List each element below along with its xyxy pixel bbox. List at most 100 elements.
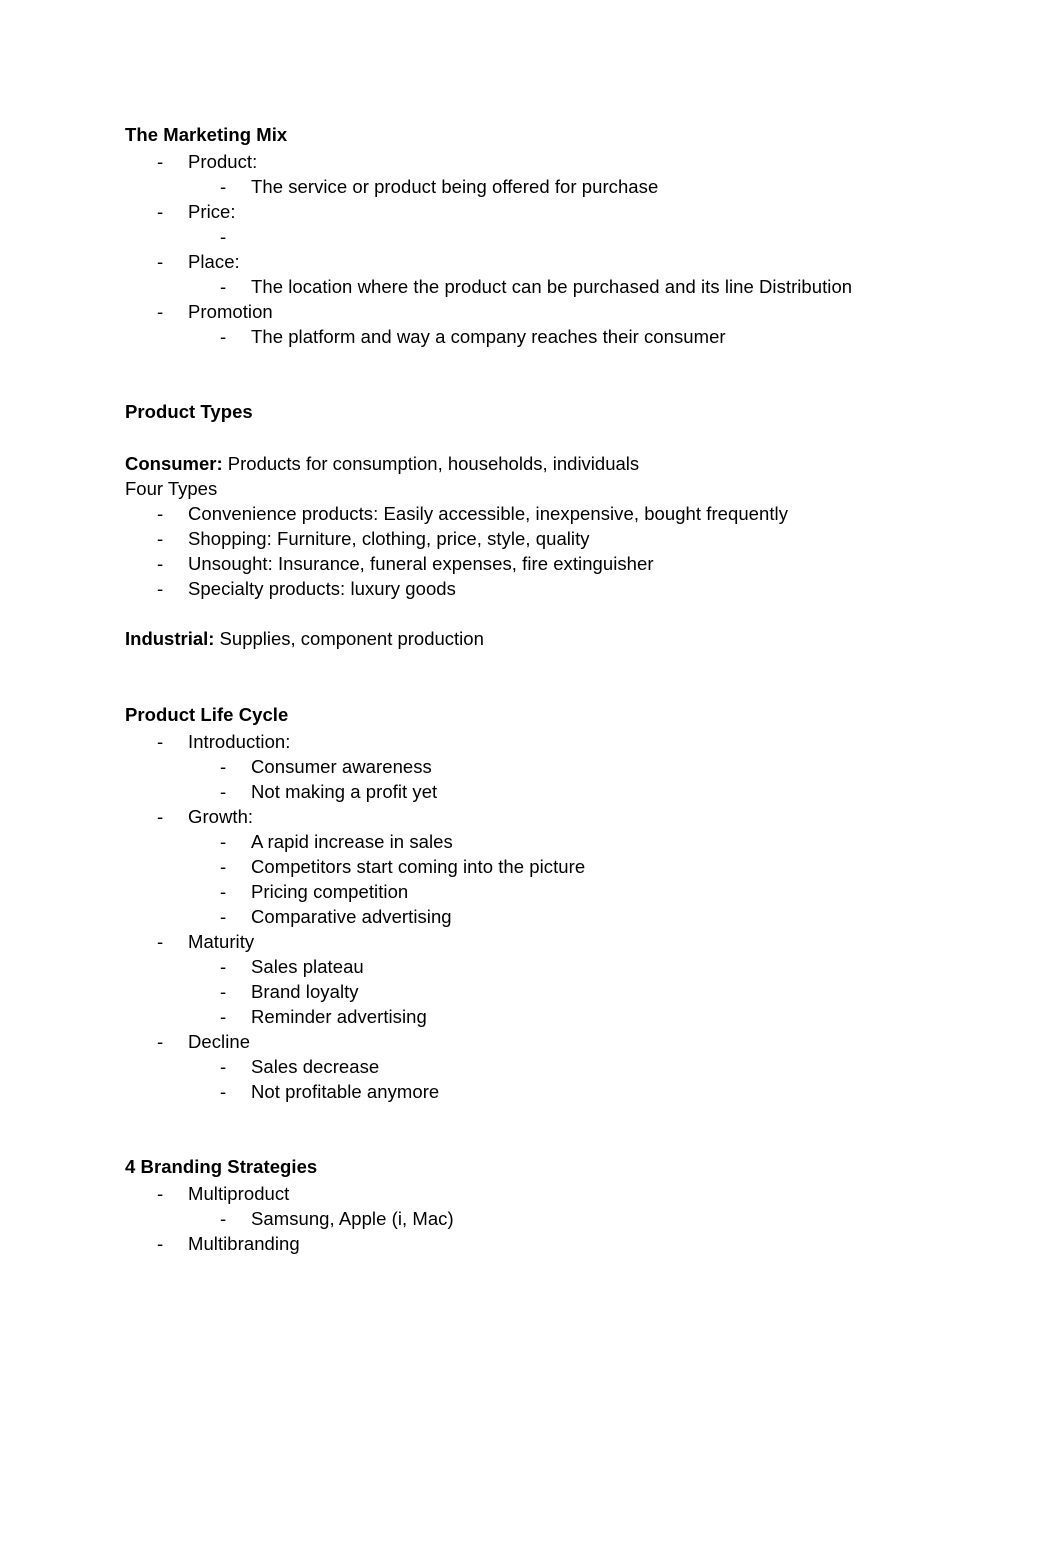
list-item: - Consumer awareness [125,754,955,779]
section-heading-row: Product Types [121,399,955,426]
paragraph-text: Supplies, component production [214,628,484,649]
list-item-text: Introduction: [188,731,291,752]
bullet-dash-icon: - [220,1056,227,1077]
list-item-text: Multiproduct [188,1183,290,1204]
bullet-dash-icon: - [220,1006,227,1027]
bullet-dash-icon: - [220,781,227,802]
list-item-text: Growth: [188,806,254,827]
list-item: - Shopping: Furniture, clothing, price, s… [125,526,955,551]
heading-product-life-cycle: Product Life Cycle [120,703,299,728]
list-item-text: Brand loyalty [251,981,359,1002]
list-item: - Introduction: [125,729,955,754]
list-item: - Competitors start coming into the pictu… [125,854,955,879]
document-page: The Marketing Mix - Product: - The service… [0,0,1062,1556]
list-item: - Multibranding [125,1231,955,1256]
list-item-text: Multibranding [188,1233,300,1254]
list-item: - Comparative advertising [125,904,955,929]
list-item: - Not making a profit yet [125,779,955,804]
list-item: - Unsought: Insurance, funeral expenses, … [125,551,955,576]
bullet-dash-icon: - [220,1081,227,1102]
list-item-text: Pricing competition [251,881,409,902]
bullet-dash-icon: - [220,756,227,777]
bullet-dash-icon: - [220,981,227,1002]
list-item-text: Place: [188,251,240,272]
bullet-dash-icon: - [220,831,227,852]
paragraph-four-types: Four Types [125,476,955,501]
section-heading-row: Product Life Cycle [120,702,955,729]
section-heading-row: The Marketing Mix [120,122,955,149]
list-item-text: Specialty products: luxury goods [188,578,456,599]
paragraph-lead-label: Consumer: [125,453,223,474]
bullet-dash-icon: - [157,201,164,222]
list-item: - Brand loyalty [125,979,955,1004]
bullet-dash-icon: - [220,176,227,197]
list-item-text: A rapid increase in sales [251,831,453,852]
list-item-text: The platform and way a company reaches t… [251,326,726,347]
list-item: - Promotion [125,299,955,324]
list-item: - Specialty products: luxury goods [125,576,955,601]
list-item-text: The service or product being offered for… [251,176,659,197]
paragraph-text: Four Types [125,478,218,499]
list-item: - Pricing competition [125,879,955,904]
list-item-text: Promotion [188,301,273,322]
list-item: - Place: [125,249,955,274]
list-item: - Maturity [125,929,955,954]
list-item-text: Decline [188,1031,251,1052]
list-item: - Not profitable anymore [125,1079,955,1104]
list-item-text: Maturity [188,931,255,952]
bullet-dash-icon: - [157,503,164,524]
list-item-text: Sales plateau [251,956,364,977]
list-item-text: Competitors start coming into the pictur… [251,856,586,877]
list-item-text: Convenience products: Easily accessible,… [188,503,789,524]
section-heading-row: 4 Branding Strategies [120,1154,955,1181]
paragraph-lead-label: Industrial: [125,628,215,649]
list-item-text: Not making a profit yet [251,781,438,802]
heading-product-types: Product Types [121,400,263,425]
bullet-dash-icon: - [157,931,164,952]
bullet-dash-icon: - [157,553,164,574]
document-body: The Marketing Mix - Product: - The service… [120,122,955,1256]
list-item-text: Price: [188,201,236,222]
list-item: - Growth: [125,804,955,829]
paragraph-text: Products for consumption, households, in… [222,453,640,474]
list-item-text: Comparative advertising [251,906,452,927]
list-item-empty: - [125,224,955,249]
list-item: - Multiproduct [125,1181,955,1206]
list-item: - The platform and way a company reaches … [125,324,955,349]
bullet-dash-icon: - [220,956,227,977]
bullet-dash-icon: - [220,856,227,877]
bullet-dash-icon: - [220,226,227,247]
list-item-text: Unsought: Insurance, funeral expenses, f… [188,553,654,574]
list-item: - Decline [125,1029,955,1054]
paragraph-consumer: Consumer: Products for consumption, hous… [125,451,955,476]
bullet-dash-icon: - [220,906,227,927]
bullet-dash-icon: - [157,806,164,827]
bullet-dash-icon: - [157,1183,164,1204]
list-item-text: The location where the product can be pu… [251,276,853,297]
bullet-dash-icon: - [157,151,164,172]
heading-the-marketing-mix: The Marketing Mix [120,123,298,148]
list-item: - Sales decrease [125,1054,955,1079]
list-item: - The service or product being offered fo… [125,174,955,199]
bullet-dash-icon: - [157,731,164,752]
bullet-dash-icon: - [220,276,227,297]
list-item-text: Reminder advertising [251,1006,427,1027]
bullet-dash-icon: - [157,528,164,549]
bullet-dash-icon: - [220,881,227,902]
bullet-dash-icon: - [157,578,164,599]
list-item: - Samsung, Apple (i, Mac) [125,1206,955,1231]
bullet-dash-icon: - [157,1031,164,1052]
list-item: - The location where the product can be p… [125,274,955,299]
list-item: - Product: [125,149,955,174]
list-item-text: Samsung, Apple (i, Mac) [251,1208,454,1229]
bullet-dash-icon: - [220,326,227,347]
paragraph-industrial: Industrial: Supplies, component producti… [125,626,955,651]
list-item: - A rapid increase in sales [125,829,955,854]
list-item: - Reminder advertising [125,1004,955,1029]
list-item-text: Product: [188,151,258,172]
